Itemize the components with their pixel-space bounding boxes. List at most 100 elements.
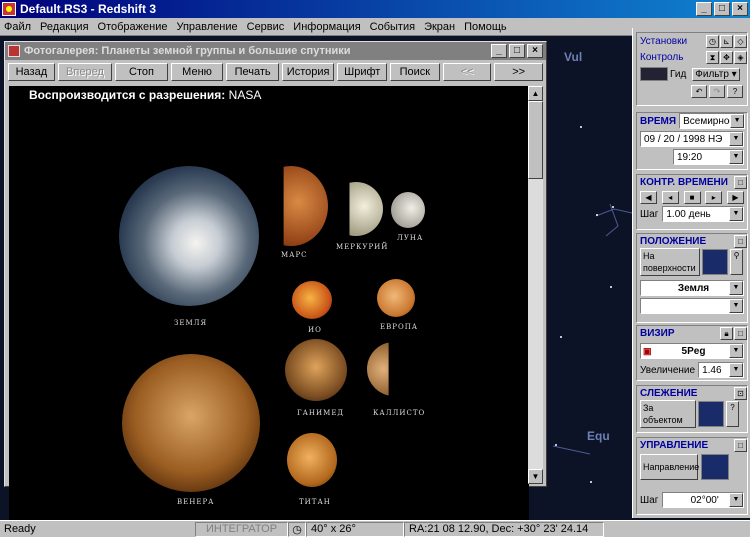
forward-fast-icon[interactable]: ▶ <box>727 191 744 204</box>
gallery-maximize-button[interactable]: □ <box>509 44 525 58</box>
status-ready: Ready <box>4 523 36 535</box>
next-page-button[interactable]: >> <box>494 63 543 81</box>
clock-settings-icon[interactable]: ◷ <box>706 34 719 48</box>
direction-mode-label: Направление <box>643 462 700 472</box>
stop-button[interactable]: Стоп <box>115 63 168 81</box>
display-settings-icon[interactable]: ◇ <box>734 34 747 48</box>
search-button[interactable]: Поиск <box>390 63 440 81</box>
location-select[interactable]: ▼ <box>640 298 744 314</box>
help-icon[interactable]: ? <box>727 85 743 98</box>
time-step-label: Шаг <box>640 208 659 220</box>
settings-label[interactable]: Установки <box>640 36 687 47</box>
tracking-mode-label: За объектом <box>643 403 683 425</box>
credit-line: Воспроизводится с разрешения: NASA <box>29 88 261 102</box>
rewind-fast-icon[interactable]: ◀ <box>640 191 657 204</box>
direction-arrows-icon[interactable] <box>701 454 729 480</box>
font-button[interactable]: Шрифт <box>337 63 388 81</box>
gallery-close-button[interactable]: × <box>527 44 543 58</box>
observer-icon[interactable] <box>702 249 728 275</box>
move-icon[interactable]: ✥ <box>720 50 733 64</box>
location-pin-icon[interactable]: ⚲ <box>730 249 743 275</box>
play-icon[interactable]: ▸ <box>705 191 723 204</box>
stop-icon[interactable]: ■ <box>683 191 701 204</box>
telescope-settings-icon[interactable]: ⊾ <box>720 34 733 48</box>
tracking-lock-icon[interactable]: ⊡ <box>734 386 747 400</box>
constellation-icon[interactable] <box>640 67 668 81</box>
nav-step-field[interactable]: 02°00' ▼ <box>662 492 744 508</box>
ganymede-label: ГАНИМЕД <box>297 409 345 417</box>
menu-info[interactable]: Информация <box>293 21 360 33</box>
menu-file[interactable]: Файл <box>4 21 31 33</box>
menu-service[interactable]: Сервис <box>247 21 285 33</box>
time-control-collapse-icon[interactable]: □ <box>734 175 747 189</box>
navigation-collapse-icon[interactable]: □ <box>734 438 747 452</box>
mercury-label: МЕРКУРИЙ <box>336 243 389 251</box>
menu-edit[interactable]: Редакция <box>40 21 88 33</box>
menu-help[interactable]: Помощь <box>464 21 507 33</box>
time-mode-select[interactable]: Всемирное ▼ <box>679 113 746 129</box>
planet-select[interactable]: Земля ▼ <box>640 280 744 296</box>
integrator-indicator[interactable]: ИНТЕГРАТОР <box>195 521 288 537</box>
forward-button[interactable]: Вперед <box>57 63 113 81</box>
view-collapse-icon[interactable]: □ <box>734 326 747 340</box>
gallery-scrollbar[interactable]: ▲ ▼ <box>528 86 543 484</box>
cursor-coordinates: RA:21 08 12.90, Dec: +30° 23' 24.14 <box>404 521 604 537</box>
redo-icon[interactable]: ↷ <box>709 85 725 98</box>
navigation-header: УПРАВЛЕНИЕ <box>640 439 709 451</box>
credit-source: NASA <box>228 88 262 102</box>
menu-control[interactable]: Управление <box>176 21 237 33</box>
menu-view[interactable]: Отображение <box>98 21 168 33</box>
rewind-icon[interactable]: ◂ <box>661 191 679 204</box>
view-target-select[interactable]: ▣ 5Peg ▼ <box>640 343 744 359</box>
view-lock-icon[interactable]: 🔒︎ <box>720 326 733 340</box>
time-control-header: КОНТР. ВРЕМЕНИ <box>640 176 728 188</box>
gallery-toolbar: Назад Вперед Стоп Меню Печать История Шр… <box>5 60 546 82</box>
view-target-value: 5Peg <box>681 345 706 357</box>
titan-image <box>287 433 337 487</box>
app-icon[interactable] <box>2 2 16 16</box>
scroll-up-arrow[interactable]: ▲ <box>528 86 543 101</box>
mars-image <box>283 166 328 246</box>
io-image <box>292 281 332 319</box>
venus-image <box>122 354 260 492</box>
direction-button[interactable]: Направление <box>640 454 700 480</box>
scroll-down-arrow[interactable]: ▼ <box>528 469 543 484</box>
gallery-title-bar: Фотогалерея: Планеты земной группы и бол… <box>5 42 546 60</box>
filter-dropdown[interactable]: Фильтр ▾ <box>692 67 740 81</box>
maximize-button[interactable]: □ <box>714 2 730 16</box>
tracking-section: СЛЕЖЕНИЕ ⊡ За объектом ? <box>636 385 748 433</box>
history-button[interactable]: История <box>281 63 335 81</box>
minimize-button[interactable]: _ <box>696 2 712 16</box>
callisto-label: КАЛЛИСТО <box>373 409 426 417</box>
europa-image <box>377 279 415 317</box>
back-button[interactable]: Назад <box>8 63 55 81</box>
moon-image <box>391 192 425 228</box>
tracking-help-icon[interactable]: ? <box>726 401 739 427</box>
date-field[interactable]: 09 / 20 / 1998 НЭ ▼ <box>640 131 744 147</box>
print-button[interactable]: Печать <box>226 63 279 81</box>
view-section: ВИЗИР 🔒︎ □ ▣ 5Peg ▼ Увеличение 1.46 ▼ <box>636 325 748 381</box>
zoom-field[interactable]: 1.46 ▼ <box>698 362 744 378</box>
on-surface-button[interactable]: На поверхности <box>640 248 700 276</box>
guide-label[interactable]: Гид <box>670 69 686 80</box>
undo-icon[interactable]: ↶ <box>691 85 707 98</box>
clock-field[interactable]: 19:20 ▼ <box>673 149 744 165</box>
close-button[interactable]: × <box>732 2 748 16</box>
hourglass-icon[interactable]: ⧗ <box>706 50 719 64</box>
scroll-thumb[interactable] <box>528 101 543 179</box>
follow-object-button[interactable]: За объектом <box>640 400 696 428</box>
control-label[interactable]: Контроль <box>640 52 683 63</box>
menu-button[interactable]: Меню <box>170 63 224 81</box>
nav-step-label: Шаг <box>640 494 659 506</box>
menu-screen[interactable]: Экран <box>424 21 455 33</box>
menu-events[interactable]: События <box>370 21 415 33</box>
target-icon[interactable]: ◈ <box>734 50 747 64</box>
time-section: ВРЕМЯ Всемирное ▼ 09 / 20 / 1998 НЭ ▼ 19:2… <box>636 112 748 170</box>
gallery-minimize-button[interactable]: _ <box>491 44 507 58</box>
position-collapse-icon[interactable]: □ <box>734 234 747 248</box>
credit-label: Воспроизводится с разрешения: <box>29 88 226 102</box>
status-bar: Ready ИНТЕГРАТОР ◷ 40° x 26° RA:21 08 12… <box>0 520 750 537</box>
time-step-field[interactable]: 1.00 день ▼ <box>662 206 744 222</box>
tracking-target-icon[interactable] <box>698 401 724 427</box>
previous-page-button[interactable]: << <box>442 63 492 81</box>
